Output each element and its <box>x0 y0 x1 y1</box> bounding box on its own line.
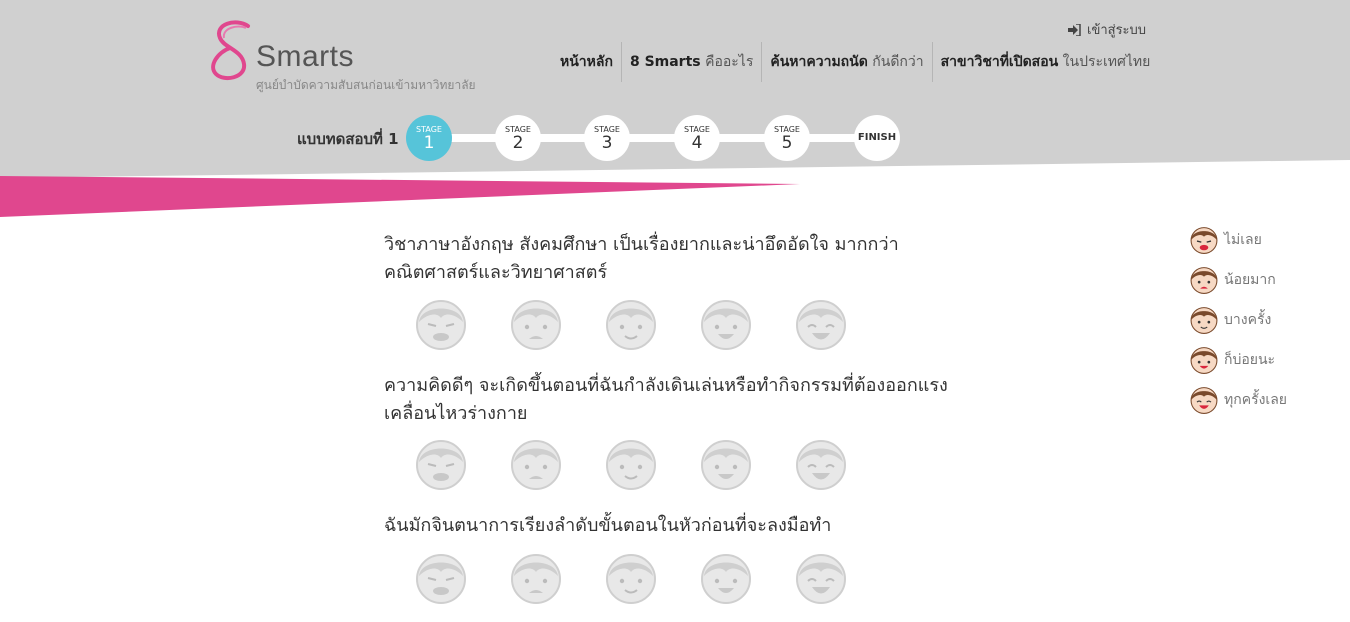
header: Smarts ศูนย์บำบัดความสับสนก่อนเข้ามหาวิท… <box>0 0 1350 222</box>
stage-number: 4 <box>691 132 703 153</box>
answer-options-3 <box>415 552 847 604</box>
stage-number: FINISH <box>857 132 897 143</box>
legend-item: น้อยมาก <box>1190 260 1287 300</box>
legend-label: บางครั้ง <box>1224 312 1272 328</box>
stage-2[interactable]: STAGE 2 <box>495 115 541 161</box>
nav-find-aptitude[interactable]: ค้นหาความถนัด กันดีกว่า <box>761 42 931 82</box>
nav-item-light: กันดีกว่า <box>872 54 924 70</box>
nav-item-bold: 8 Smarts <box>629 54 701 70</box>
nav-home[interactable]: หน้าหลัก <box>552 42 621 82</box>
neutral-face-icon[interactable] <box>605 552 657 604</box>
smile-face-icon[interactable] <box>700 438 752 490</box>
nav-item-bold: ค้นหาความถนัด <box>770 54 868 70</box>
stage-number: 2 <box>512 132 524 153</box>
legend-item: ไม่เลย <box>1190 220 1287 260</box>
nav-home-label: หน้าหลัก <box>560 54 613 70</box>
laugh-face-icon[interactable] <box>795 552 847 604</box>
brand-subtitle: ศูนย์บำบัดความสับสนก่อนเข้ามหาวิทยาลัย <box>256 78 476 92</box>
nav-item-light: คืออะไร <box>705 54 754 70</box>
legend-item: ทุกครั้งเลย <box>1190 380 1287 420</box>
sad-face-icon[interactable] <box>510 552 562 604</box>
brand-name: Smarts <box>256 40 355 73</box>
main-nav: หน้าหลัก 8 Smarts คืออะไร ค้นหาความถนัด … <box>552 42 1158 82</box>
nav-item-bold: สาขาวิชาที่เปิดสอน <box>940 54 1059 70</box>
crying-face-icon <box>1190 226 1218 254</box>
crying-face-icon[interactable] <box>415 438 467 490</box>
stage-3[interactable]: STAGE 3 <box>584 115 630 161</box>
logo[interactable]: Smarts ศูนย์บำบัดความสับสนก่อนเข้ามหาวิท… <box>208 20 488 95</box>
question-2: ความคิดดีๆ จะเกิดขึ้นตอนที่ฉันกำลังเดินเ… <box>384 375 948 424</box>
neutral-face-icon[interactable] <box>605 298 657 350</box>
sad-face-icon[interactable] <box>510 298 562 350</box>
stage-number: 5 <box>781 132 793 153</box>
test-label: แบบทดสอบที่ 1 <box>297 130 399 148</box>
legend-item: บางครั้ง <box>1190 300 1287 340</box>
login-label: เข้าสู่ระบบ <box>1087 23 1147 38</box>
smile-face-icon <box>1190 346 1218 374</box>
stage-number: 1 <box>423 132 435 153</box>
legend-label: ไม่เลย <box>1224 232 1262 248</box>
question-1: วิชาภาษาอังกฤษ สังคมศึกษา เป็นเรื่องยากแ… <box>384 234 899 283</box>
logo-eight-icon <box>211 20 250 81</box>
crying-face-icon[interactable] <box>415 552 467 604</box>
sad-face-icon <box>1190 266 1218 294</box>
legend-label: ก็บ่อยนะ <box>1224 352 1276 368</box>
legend-label: ทุกครั้งเลย <box>1224 392 1287 408</box>
laugh-face-icon[interactable] <box>795 438 847 490</box>
smile-face-icon[interactable] <box>700 552 752 604</box>
sign-in-icon <box>1068 23 1081 36</box>
laugh-face-icon[interactable] <box>795 298 847 350</box>
legend-item: ก็บ่อยนะ <box>1190 340 1287 380</box>
nav-what-is-8-smarts[interactable]: 8 Smarts คืออะไร <box>620 42 761 82</box>
stage-4[interactable]: STAGE 4 <box>674 115 720 161</box>
answer-legend: ไม่เลย น้อยมาก บางครั้ง ก็บ่อยนะ ทุกครั้… <box>1190 220 1287 420</box>
neutral-face-icon <box>1190 306 1218 334</box>
smile-face-icon[interactable] <box>700 298 752 350</box>
stage-number: 3 <box>601 132 613 153</box>
crying-face-icon[interactable] <box>415 298 467 350</box>
nav-majors[interactable]: สาขาวิชาที่เปิดสอน ในประเทศไทย <box>931 42 1159 82</box>
answer-options-2 <box>415 438 847 490</box>
legend-label: น้อยมาก <box>1224 272 1276 288</box>
neutral-face-icon[interactable] <box>605 438 657 490</box>
nav-item-light: ในประเทศไทย <box>1062 54 1151 70</box>
login-link[interactable]: เข้าสู่ระบบ <box>1068 19 1146 40</box>
stage-5[interactable]: STAGE 5 <box>764 115 810 161</box>
answer-options-1 <box>415 298 847 350</box>
sad-face-icon[interactable] <box>510 438 562 490</box>
header-background <box>0 0 1350 217</box>
laugh-face-icon <box>1190 386 1218 414</box>
stage-1[interactable]: STAGE 1 <box>406 115 452 161</box>
stage-finish[interactable]: FINISH <box>854 115 900 161</box>
question-3: ฉันมักจินตนาการเรียงลำดับขั้นตอนในหัวก่อ… <box>384 515 832 536</box>
